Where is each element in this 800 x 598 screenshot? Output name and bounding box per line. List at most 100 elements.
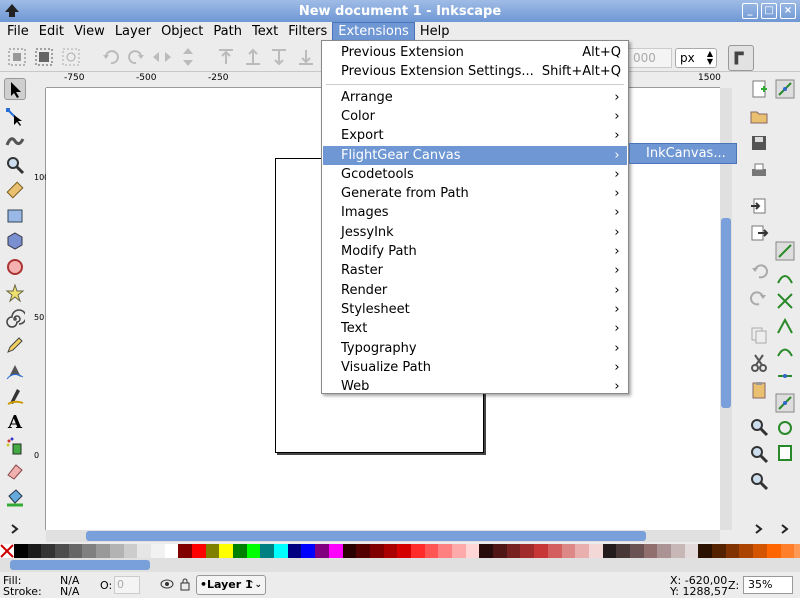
raise-to-top-icon[interactable] [215,46,237,68]
snap-nodes-icon[interactable] [774,78,796,100]
pencil-tool[interactable] [4,334,26,356]
deselect-icon[interactable] [60,46,82,68]
color-swatch[interactable] [479,544,494,558]
color-swatch[interactable] [164,544,179,558]
export-icon[interactable] [748,222,770,244]
snap-path-icon[interactable] [774,265,796,287]
color-swatch[interactable] [725,544,740,558]
menu-filters[interactable]: Filters [283,22,332,42]
color-swatch[interactable] [274,544,288,558]
palette-scrollbar[interactable] [0,558,800,572]
snap-midpoint-icon[interactable] [774,365,796,387]
menu-item-color[interactable]: Color › [323,107,627,126]
zoom-field[interactable]: 35% [743,576,793,594]
color-swatch[interactable] [753,544,767,558]
color-swatch[interactable] [698,544,713,558]
color-swatch[interactable] [575,544,589,558]
color-swatch[interactable] [657,544,671,558]
snap-intersection-icon[interactable] [774,290,796,312]
color-swatch[interactable] [397,544,411,558]
flip-vertical-icon[interactable] [177,46,199,68]
menu-item-render[interactable]: Render › [323,281,627,300]
eraser-tool[interactable] [4,460,26,482]
menu-file[interactable]: File [2,22,34,42]
color-swatch[interactable] [424,544,439,558]
menu-item-stylesheet[interactable]: Stylesheet › [323,300,627,319]
open-document-icon[interactable] [748,105,770,127]
color-swatch[interactable] [410,544,425,558]
paste-icon[interactable] [748,379,770,401]
zoom-tool[interactable] [4,154,26,176]
import-icon[interactable] [748,195,770,217]
color-swatch[interactable] [452,544,466,558]
color-swatch[interactable] [438,544,452,558]
color-swatch[interactable] [383,544,398,558]
color-swatch[interactable] [82,544,97,558]
print-icon[interactable] [748,160,770,182]
color-swatch[interactable] [150,544,165,558]
color-swatch[interactable] [260,544,275,558]
snap-bbox-icon[interactable] [774,240,796,262]
color-swatch[interactable] [356,544,370,558]
color-swatch[interactable] [287,544,302,558]
color-swatch[interactable] [671,544,685,558]
color-swatch[interactable] [41,544,56,558]
color-swatch[interactable] [137,544,151,558]
layer-visibility-icon[interactable] [160,577,174,594]
rotate-ccw-icon[interactable] [100,46,122,68]
menu-object[interactable]: Object [156,22,208,42]
3d-box-tool[interactable] [4,230,26,252]
height-field[interactable]: 000 [628,48,672,68]
zoom-page-icon[interactable] [748,470,770,492]
color-swatch[interactable] [766,544,781,558]
copy-icon[interactable] [748,324,770,346]
menu-view[interactable]: View [69,22,110,42]
unit-select[interactable]: px ▲ ▼ [675,48,717,68]
color-swatch[interactable] [369,544,384,558]
color-swatch[interactable] [561,544,576,558]
color-swatch[interactable] [96,544,110,558]
color-swatch[interactable] [109,544,124,558]
color-swatch[interactable] [534,544,548,558]
color-swatch[interactable] [739,544,754,558]
color-swatch[interactable] [588,544,603,558]
layer-select[interactable]: •Layer 1 ⌃⌄ [196,575,266,595]
color-swatch[interactable] [123,544,138,558]
snap-page-icon[interactable] [774,442,796,464]
ellipse-tool[interactable] [4,256,26,278]
rectangle-tool[interactable] [4,205,26,227]
maximize-button[interactable]: □ [761,3,777,19]
color-swatch[interactable] [68,544,83,558]
color-swatch[interactable] [233,544,247,558]
menu-item-visualize-path[interactable]: Visualize Path › [323,358,627,377]
undo-icon[interactable] [748,260,770,282]
lower-icon[interactable] [268,46,290,68]
zoom-drawing-icon[interactable] [748,443,770,465]
redo-icon[interactable] [748,287,770,309]
color-swatch[interactable] [780,544,795,558]
snap-rotation-center-icon[interactable] [774,417,796,439]
snap-cusp-icon[interactable] [774,315,796,337]
select-all-icon[interactable] [6,46,28,68]
minimize-button[interactable]: _ [742,3,758,19]
menu-text[interactable]: Text [247,22,283,42]
color-swatch[interactable] [315,544,329,558]
star-tool[interactable] [4,282,26,304]
commands-more-icon[interactable] [748,518,770,540]
snap-center-icon[interactable] [774,392,796,414]
stroke-value[interactable]: N/A [60,585,79,598]
color-swatch[interactable] [246,544,261,558]
tweak-tool[interactable] [4,130,26,152]
text-tool[interactable]: A [4,410,26,433]
color-swatch[interactable] [219,544,233,558]
selector-tool[interactable] [4,78,26,100]
menu-help[interactable]: Help [415,22,455,42]
vertical-ruler[interactable]: 100 50 0 [32,88,49,530]
menu-item-export[interactable]: Export › [323,126,627,145]
submenu-item-inkcanvas[interactable]: InkCanvas... [646,146,726,161]
horizontal-scrollbar[interactable] [46,530,720,542]
color-swatch[interactable] [712,544,726,558]
color-swatch[interactable] [506,544,521,558]
menu-item-typography[interactable]: Typography › [323,339,627,358]
toolbox-more-icon[interactable] [4,518,26,540]
